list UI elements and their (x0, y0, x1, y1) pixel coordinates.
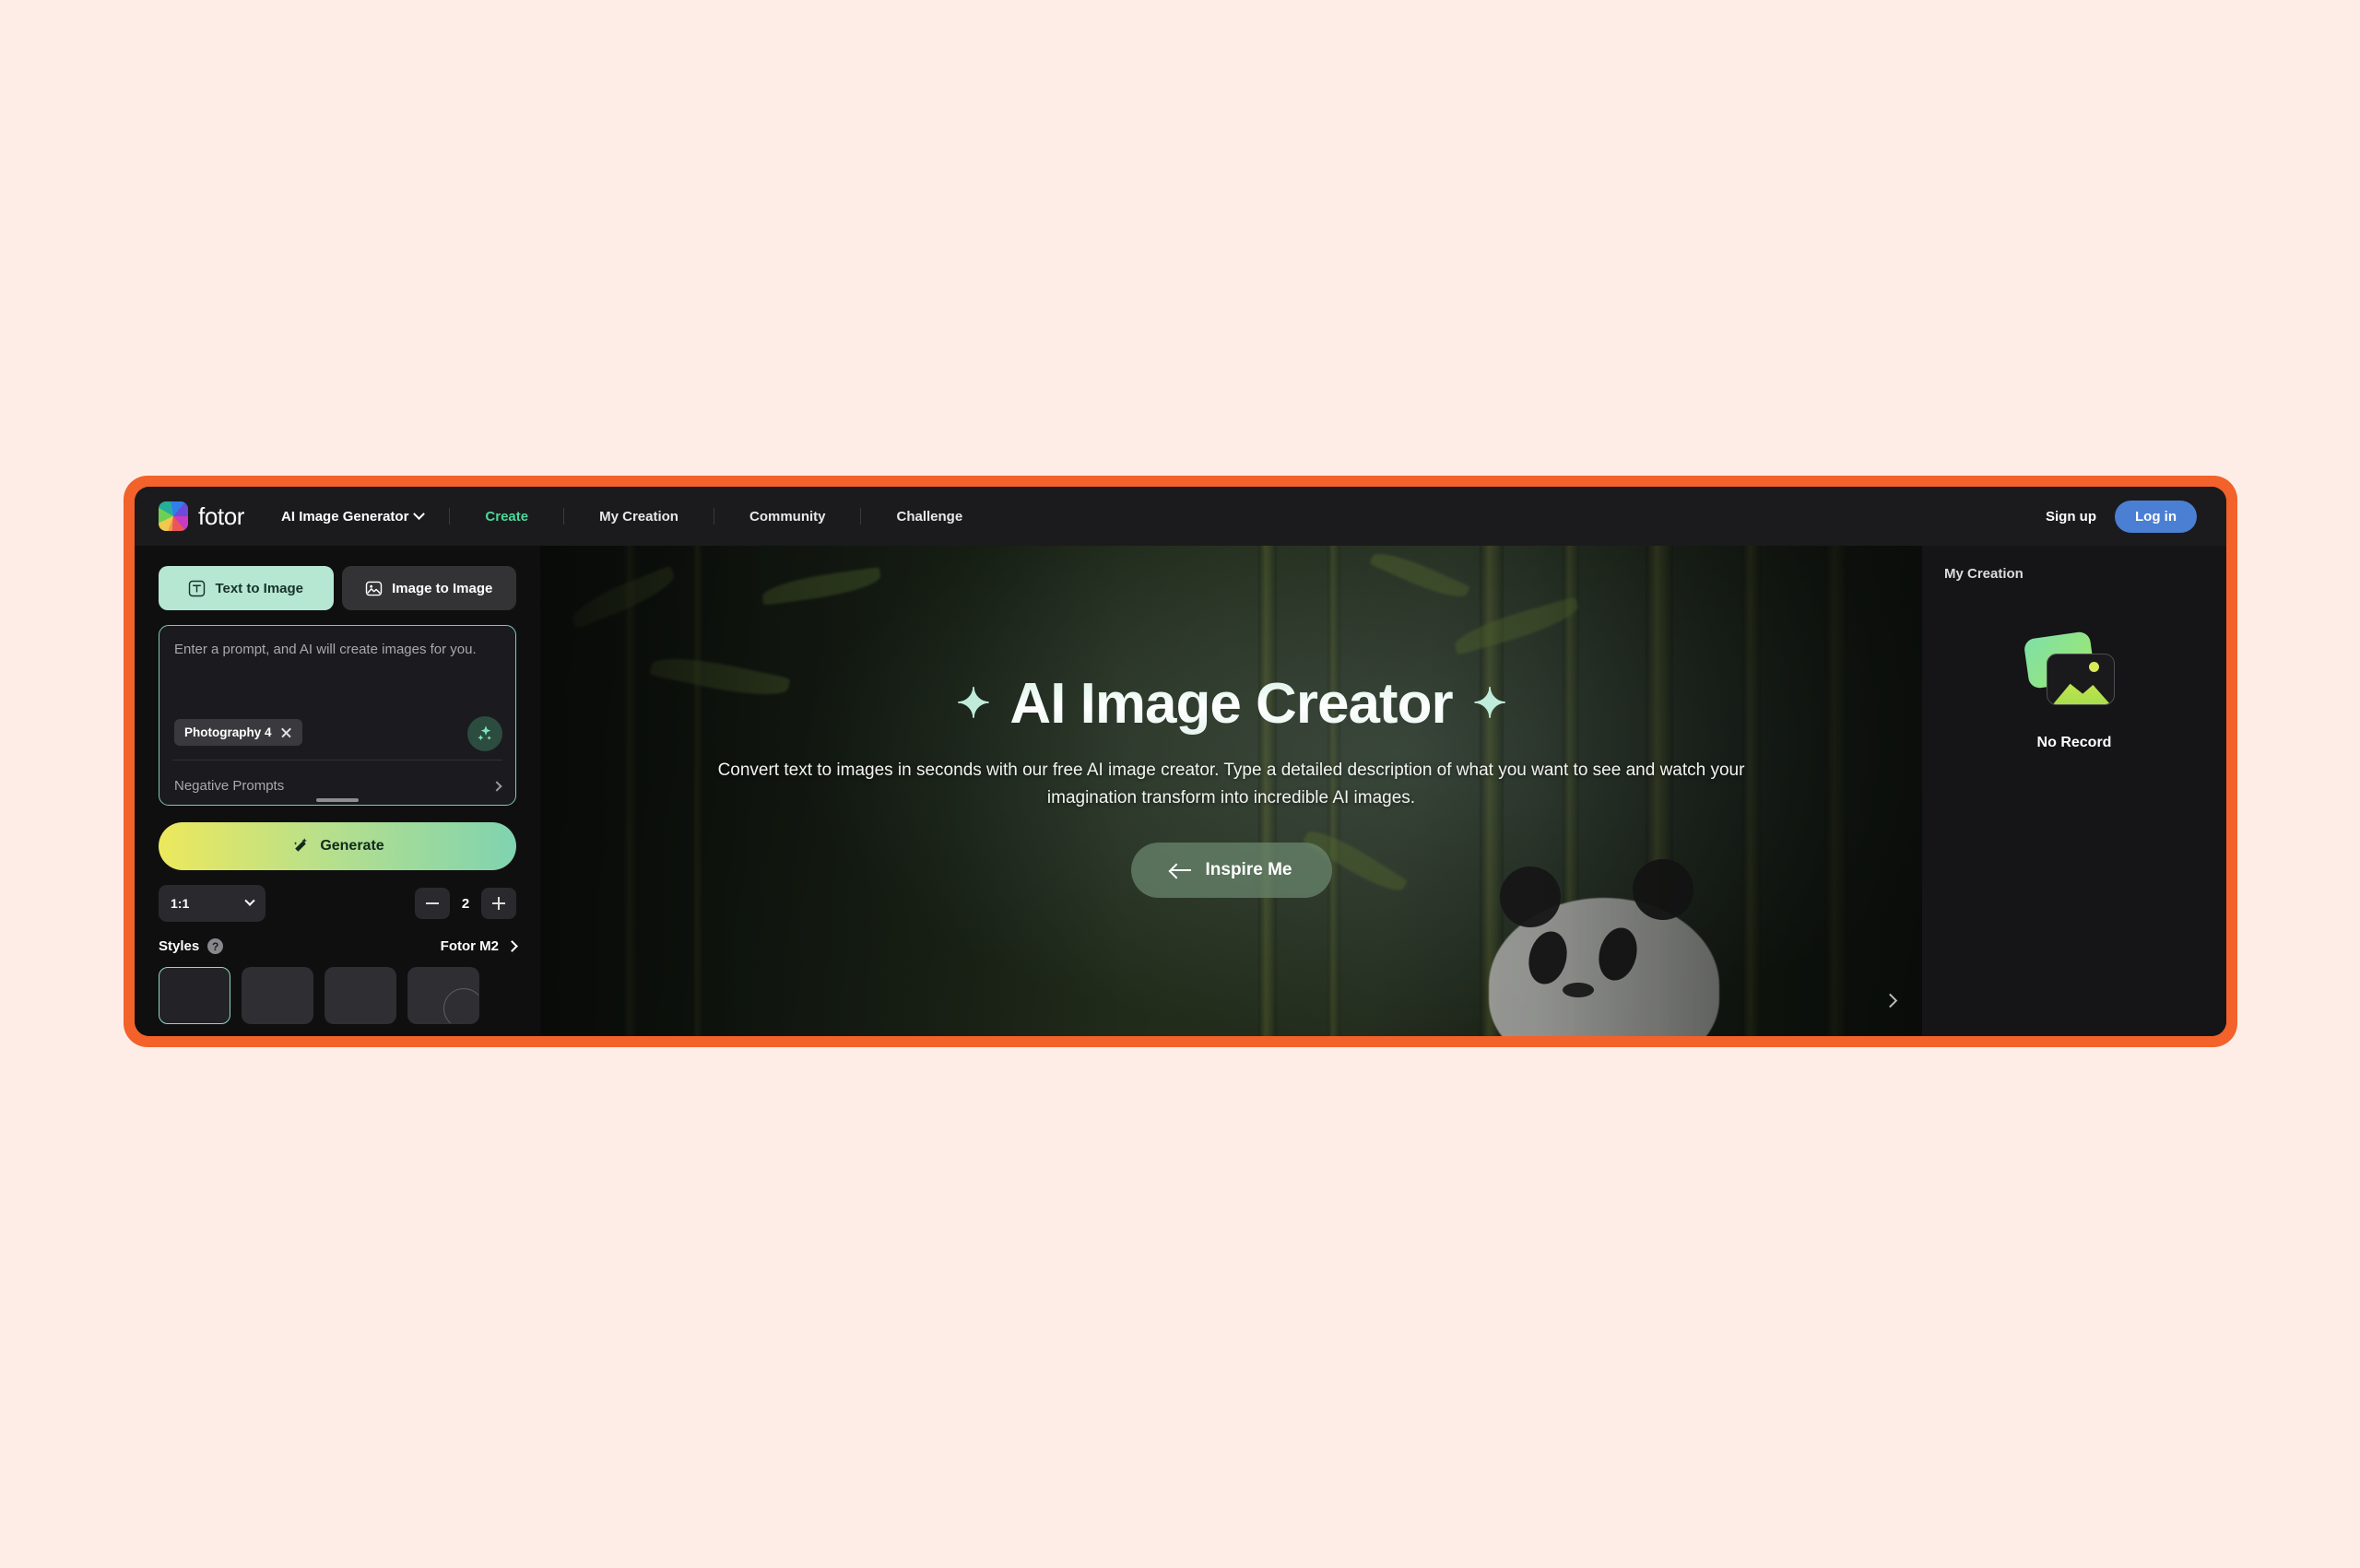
nav-item-my-creation[interactable]: My Creation (564, 509, 714, 525)
my-creation-title: My Creation (1944, 566, 2024, 582)
panel-resize-handle[interactable] (316, 798, 359, 802)
log-in-button[interactable]: Log in (2115, 500, 2197, 533)
mode-tabs: Text to Image Image to Image (159, 566, 516, 610)
style-model-selector[interactable]: Fotor M2 (440, 938, 518, 954)
empty-state: No Record (1944, 631, 2204, 751)
tab-text-to-image[interactable]: Text to Image (159, 566, 334, 610)
hero-subtitle: Convert text to images in seconds with o… (717, 760, 1745, 808)
generate-button[interactable]: Generate (159, 822, 516, 870)
style-thumbnail[interactable] (324, 967, 396, 1024)
inspire-me-button[interactable]: Inspire Me (1130, 842, 1332, 898)
sparkle-icon-left: ✦ (956, 681, 991, 727)
fotor-logo-icon (159, 501, 188, 531)
nav-item-create[interactable]: Create (450, 509, 563, 525)
product-menu-label: AI Image Generator (281, 508, 409, 525)
inspire-me-label: Inspire Me (1205, 859, 1292, 879)
arrow-left-icon (1170, 865, 1191, 876)
image-icon (365, 581, 383, 595)
brand-logo[interactable]: fotor (159, 501, 244, 531)
nav-links: Create My Creation Community Challenge (449, 508, 997, 525)
styles-header-row: Styles ? Fotor M2 (159, 938, 518, 954)
prompt-chip-row: Photography 4 (174, 719, 302, 746)
product-menu-dropdown[interactable]: AI Image Generator (281, 507, 426, 525)
chevron-down-icon (413, 507, 426, 520)
hero-title-text: AI Image Creator (1009, 672, 1453, 737)
plus-icon-v (498, 897, 500, 910)
tab-image-to-image[interactable]: Image to Image (341, 566, 516, 610)
styles-label: Styles (159, 938, 200, 954)
hero-title: ✦ AI Image Creator ✦ (540, 671, 1922, 737)
magic-wand-icon (294, 838, 308, 852)
top-navigation-bar: fotor AI Image Generator Create My Creat… (135, 487, 2226, 546)
text-icon (189, 580, 206, 596)
tab-image-to-image-label: Image to Image (392, 580, 493, 596)
no-record-icon (2023, 631, 2126, 714)
sparkles-icon (478, 725, 491, 741)
left-control-panel: Text to Image Image to Image Enter a pro… (135, 546, 540, 1036)
tab-text-to-image-label: Text to Image (215, 580, 304, 596)
style-model-label: Fotor M2 (440, 938, 499, 954)
negative-prompts-label: Negative Prompts (174, 778, 285, 794)
more-styles-icon (443, 988, 478, 1023)
minus-icon (426, 902, 439, 904)
nav-item-community[interactable]: Community (714, 509, 861, 525)
help-icon[interactable]: ? (207, 938, 224, 954)
chevron-right-icon (506, 940, 518, 952)
image-count-value: 2 (461, 895, 470, 912)
chevron-right-icon (491, 780, 502, 792)
increment-count-button[interactable] (481, 888, 516, 919)
style-chip-photography[interactable]: Photography 4 (174, 719, 302, 746)
hero-content: ✦ AI Image Creator ✦ Convert text to ima… (540, 671, 1922, 911)
no-record-label: No Record (2036, 735, 2112, 750)
negative-prompts-row[interactable]: Negative Prompts (174, 778, 502, 794)
nav-item-challenge[interactable]: Challenge (861, 509, 997, 525)
style-thumbnail-more[interactable] (407, 967, 479, 1024)
style-thumbnail[interactable] (159, 967, 230, 1024)
hero-banner: ✦ AI Image Creator ✦ Convert text to ima… (540, 546, 1922, 1036)
sparkle-icon-right: ✦ (1472, 681, 1507, 727)
sign-up-link[interactable]: Sign up (2046, 509, 2096, 525)
generation-options-row: 1:1 2 (159, 885, 516, 922)
style-thumbnail[interactable] (242, 967, 313, 1024)
style-thumbnail-list (159, 967, 516, 1024)
image-count-stepper: 2 (415, 888, 516, 919)
aspect-ratio-select[interactable]: 1:1 (159, 885, 266, 922)
my-creation-panel: My Creation No Record (1922, 546, 2226, 1036)
enhance-prompt-button[interactable] (467, 716, 502, 751)
app-body: Text to Image Image to Image Enter a pro… (135, 546, 2226, 1036)
chevron-right-icon (1882, 993, 1897, 1008)
aspect-ratio-value: 1:1 (171, 896, 190, 911)
styles-left-group: Styles ? (159, 938, 224, 954)
brand-name: fotor (198, 501, 245, 530)
account-actions: Sign up Log in (2046, 500, 2197, 533)
style-chip-label: Photography 4 (184, 725, 272, 739)
orange-window-frame: fotor AI Image Generator Create My Creat… (124, 476, 2237, 1047)
fotor-app: fotor AI Image Generator Create My Creat… (135, 487, 2226, 1036)
generate-label: Generate (320, 838, 384, 854)
close-icon[interactable] (280, 726, 292, 738)
hero-next-button[interactable] (1878, 988, 1902, 1012)
decrement-count-button[interactable] (415, 888, 450, 919)
prompt-placeholder: Enter a prompt, and AI will create image… (174, 642, 477, 657)
prompt-input-box[interactable]: Enter a prompt, and AI will create image… (159, 625, 516, 806)
chevron-down-icon (244, 895, 255, 906)
